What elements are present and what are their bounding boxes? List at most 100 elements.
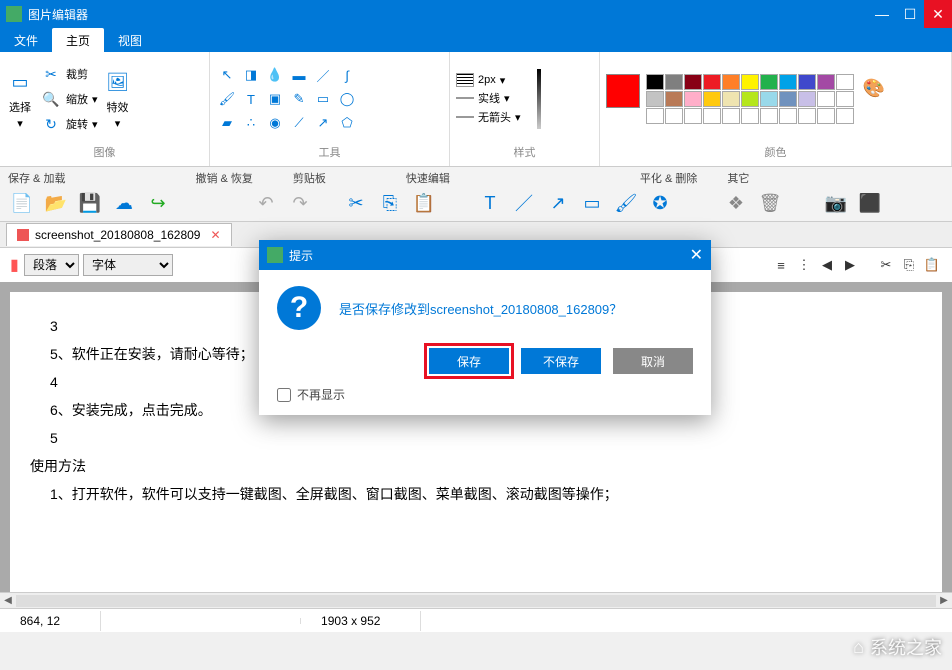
marker-icon[interactable]: ✎ [288,88,310,110]
delete-icon[interactable]: 🗑 [756,191,784,215]
color-swatch[interactable] [703,108,721,124]
export-icon[interactable]: ⬛ [856,191,884,215]
pointer-icon[interactable]: ↖ [216,64,238,86]
line-icon[interactable]: ／ [312,64,334,86]
cancel-button[interactable]: 取消 [613,348,693,374]
color-swatch[interactable] [817,74,835,90]
color-swatch[interactable] [760,108,778,124]
stroke-width-select[interactable]: 2px▾ [456,73,521,87]
paste-icon[interactable]: 📋 [410,191,438,215]
color-swatch[interactable] [798,91,816,107]
crop2-icon[interactable]: ▣ [264,88,286,110]
color-swatch[interactable] [779,74,797,90]
color-swatch[interactable] [817,91,835,107]
dont-show-checkbox[interactable] [277,388,291,402]
color-swatch[interactable] [741,74,759,90]
tab-close-icon[interactable]: ✕ [210,228,220,242]
color-swatch[interactable] [646,91,664,107]
redo-icon[interactable]: ↷ [286,191,314,215]
horizontal-scrollbar[interactable]: ◀ ▶ [0,592,952,608]
camera-icon[interactable]: 📷 [822,191,850,215]
open-file-icon[interactable]: 📂 [42,191,70,215]
color-swatch[interactable] [665,108,683,124]
rect-icon[interactable]: ▭ [312,88,334,110]
quick-brush-icon[interactable]: 🖌 [612,191,640,215]
arrow-icon[interactable]: ↗ [312,112,334,134]
zoom-tool[interactable]: 🔍缩放▾ [40,88,98,110]
fill-icon[interactable]: ▰ [216,112,238,134]
font-select[interactable]: 字体 [83,254,173,276]
scroll-track[interactable] [16,595,936,607]
color-swatch[interactable] [646,74,664,90]
color-swatch[interactable] [741,108,759,124]
quick-rect-icon[interactable]: ▭ [578,191,606,215]
effects-tool[interactable]: 🖼 特效 ▾ [104,69,132,130]
color-swatch[interactable] [817,108,835,124]
new-file-icon[interactable]: 📄 [8,191,36,215]
color-swatch[interactable] [665,91,683,107]
color-swatch[interactable] [684,108,702,124]
indent-icon[interactable]: ▶ [840,255,860,275]
arrow-style-select[interactable]: 无箭头▾ [456,109,521,125]
cut2-icon[interactable]: ✂ [876,255,896,275]
minimize-button[interactable]: — [868,0,896,28]
rotate-tool[interactable]: ↻旋转▾ [40,113,98,135]
gradient-preview[interactable] [537,69,541,129]
save-file-icon[interactable]: 💾 [76,191,104,215]
quick-text-icon[interactable]: T [476,191,504,215]
menu-view[interactable]: 视图 [104,28,156,52]
copy2-icon[interactable]: ⎘ [899,255,919,275]
menu-home[interactable]: 主页 [52,28,104,52]
menu-file[interactable]: 文件 [0,28,52,52]
ellipse-icon[interactable]: ◯ [336,88,358,110]
color-swatch[interactable] [646,108,664,124]
color-swatch[interactable] [684,91,702,107]
eyedrop-icon[interactable]: ⟋ [288,112,310,134]
color-swatch[interactable] [703,91,721,107]
highlight-icon[interactable]: ▬ [288,64,310,86]
color-swatch[interactable] [722,108,740,124]
undo-icon[interactable]: ↶ [252,191,280,215]
copy-icon[interactable]: ⎘ [376,191,404,215]
stamp-icon[interactable]: ◉ [264,112,286,134]
maximize-button[interactable]: ☐ [896,0,924,28]
spray-icon[interactable]: ∴ [240,112,262,134]
select-tool[interactable]: ▭ 选择 ▾ [6,69,34,130]
flatten-icon[interactable]: ❖ [722,191,750,215]
eraser-icon[interactable]: ◨ [240,64,262,86]
current-color-swatch[interactable] [606,74,640,108]
paste2-icon[interactable]: 📋 [922,255,942,275]
color-swatch[interactable] [760,91,778,107]
color-swatch[interactable] [836,74,854,90]
outdent-icon[interactable]: ◀ [817,255,837,275]
color-swatch[interactable] [722,91,740,107]
text-icon[interactable]: T [240,88,262,110]
brush-icon[interactable]: 🖌 [216,88,238,110]
color-swatch[interactable] [836,91,854,107]
color-swatch[interactable] [684,74,702,90]
cloud-upload-icon[interactable]: ☁ [110,191,138,215]
save-button[interactable]: 保存 [429,348,509,374]
line-style-select[interactable]: 实线▾ [456,90,521,106]
callout-icon[interactable]: ⬠ [336,112,358,134]
color-swatch[interactable] [798,108,816,124]
color-swatch[interactable] [798,74,816,90]
scroll-right-icon[interactable]: ▶ [936,595,952,606]
list-number-icon[interactable]: ≡ [771,255,791,275]
color-swatch[interactable] [665,74,683,90]
color-swatch[interactable] [779,108,797,124]
quick-line-icon[interactable]: ／ [510,191,538,215]
curve-icon[interactable]: ∫ [336,64,358,86]
color-swatch[interactable] [836,108,854,124]
color-swatch[interactable] [703,74,721,90]
color-swatch[interactable] [760,74,778,90]
quick-arrow-icon[interactable]: ↗ [544,191,572,215]
close-button[interactable]: ✕ [924,0,952,28]
color-swatch[interactable] [722,74,740,90]
share-icon[interactable]: ↪ [144,191,172,215]
quick-stamp-icon[interactable]: ✪ [646,191,674,215]
list-bullet-icon[interactable]: ⋮ [794,255,814,275]
color-swatch[interactable] [741,91,759,107]
dialog-close-icon[interactable]: ✕ [690,245,703,265]
color-swatch[interactable] [779,91,797,107]
